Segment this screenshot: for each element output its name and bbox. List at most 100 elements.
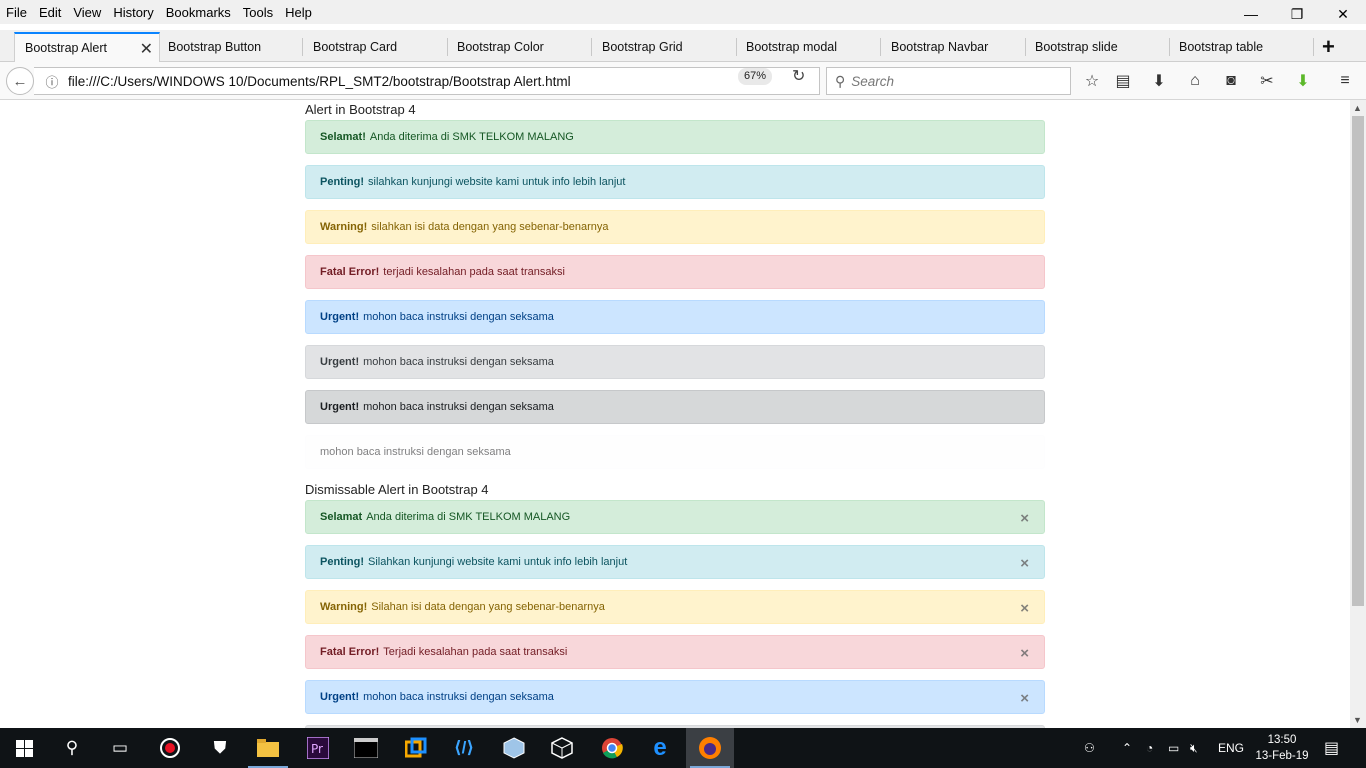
edge-icon[interactable]: e (636, 728, 684, 768)
scrollbar-thumb[interactable] (1352, 116, 1364, 606)
menu-history[interactable]: History (107, 5, 159, 20)
pocket-icon[interactable]: ◙ (1220, 70, 1242, 92)
alert-text: Terjadi kesalahan pada saat transaksi (383, 646, 568, 658)
chevron-up-icon[interactable]: ⌃ (1122, 728, 1132, 768)
search-input[interactable]: ⚲ Search (826, 67, 1071, 95)
close-window-button[interactable]: ✕ (1320, 0, 1366, 28)
vscode-icon[interactable]: ⟨/⟩ (440, 728, 488, 768)
alert-text: mohon baca instruksi dengan seksama (363, 356, 554, 368)
alert-text: silahkan isi data dengan yang sebenar-be… (371, 221, 609, 233)
tab-bootstrap-color[interactable]: Bootstrap Color (447, 32, 592, 62)
info-icon[interactable]: ⓘ (40, 72, 64, 91)
menu-help[interactable]: Help (279, 5, 318, 20)
restore-button[interactable]: ❐ (1274, 0, 1320, 28)
firefox-icon[interactable] (686, 728, 734, 768)
alert-strong: Penting! (320, 176, 364, 188)
file-explorer-icon[interactable] (244, 728, 292, 768)
tab-bootstrap-navbar[interactable]: Bootstrap Navbar (881, 32, 1026, 62)
download-arrow-icon[interactable]: ⬇ (1148, 70, 1170, 92)
volume-mute-icon[interactable]: 🔇︎ (1190, 728, 1198, 768)
alert-text: mohon baca instruksi dengan seksama (363, 691, 554, 703)
terminal-icon[interactable] (342, 728, 390, 768)
alert-secondary: Urgent! mohon baca instruksi dengan seks… (305, 345, 1045, 379)
taskbar-clock[interactable]: 13:50 13-Feb-19 (1250, 732, 1314, 764)
scroll-down-arrow-icon[interactable]: ▼ (1353, 715, 1362, 725)
tab-bootstrap-alert[interactable]: Bootstrap Alert ✕ (14, 32, 160, 62)
tab-strip: Bootstrap Alert ✕ Bootstrap Button Boots… (0, 30, 1366, 62)
alert-strong: Urgent! (320, 401, 360, 413)
task-view-icon[interactable]: ▭ (96, 728, 144, 768)
tab-bootstrap-table[interactable]: Bootstrap table (1169, 32, 1314, 62)
close-alert-icon[interactable]: × (1020, 510, 1029, 527)
tab-bootstrap-grid[interactable]: Bootstrap Grid (592, 32, 737, 62)
zoom-badge[interactable]: 67% (738, 68, 773, 85)
language-indicator[interactable]: ENG (1218, 728, 1244, 768)
battery-icon[interactable]: ▭ (1168, 728, 1179, 768)
alert-dark: Urgent! mohon baca instruksi dengan seks… (305, 390, 1045, 424)
premiere-icon[interactable]: Pr (294, 728, 342, 768)
scroll-up-arrow-icon[interactable]: ▲ (1353, 103, 1362, 113)
close-alert-icon[interactable]: × (1020, 690, 1029, 707)
notification-icon[interactable]: ▤ (1324, 728, 1339, 768)
alert-strong: Urgent! (320, 691, 360, 703)
menu-tools[interactable]: Tools (237, 5, 279, 20)
dismissable-alert-danger: Fatal Error! Terjadi kesalahan pada saat… (305, 635, 1045, 669)
cube-icon[interactable] (538, 728, 586, 768)
tab-bootstrap-button[interactable]: Bootstrap Button (158, 32, 303, 62)
tab-bootstrap-card[interactable]: Bootstrap Card (303, 32, 448, 62)
download-helper-icon[interactable]: ⬇ (1292, 70, 1314, 92)
close-tab-icon[interactable]: ✕ (140, 39, 153, 59)
alert-text: Anda diterima di SMK TELKOM MALANG (366, 511, 571, 523)
vertical-scrollbar[interactable]: ▲ ▼ (1350, 100, 1366, 728)
people-icon[interactable]: ⚇ (1084, 728, 1095, 768)
alert-info: Penting! silahkan kunjungi website kami … (305, 165, 1045, 199)
nav-toolbar: ← ⓘ file:///C:/Users/WINDOWS 10/Document… (0, 62, 1366, 100)
dismissable-alert-primary: Urgent! mohon baca instruksi dengan seks… (305, 680, 1045, 714)
alert-text: Silahan isi data dengan yang sebenar-ben… (371, 601, 605, 613)
tab-label: Bootstrap slide (1035, 40, 1118, 54)
url-bar[interactable]: ⓘ file:///C:/Users/WINDOWS 10/Documents/… (34, 67, 820, 95)
screenshot-scissors-icon[interactable]: ✂ (1256, 70, 1278, 92)
tab-label: Bootstrap table (1179, 40, 1264, 54)
tab-bootstrap-modal[interactable]: Bootstrap modal (736, 32, 881, 62)
alert-strong: Fatal Error! (320, 266, 380, 278)
alert-text: mohon baca instruksi dengan seksama (363, 401, 554, 413)
hamburger-menu-icon[interactable]: ≡ (1334, 70, 1356, 92)
search-placeholder: Search (851, 73, 895, 89)
shield-icon[interactable]: ⛊ (196, 728, 244, 768)
dismissable-alert-success: Selamat Anda diterima di SMK TELKOM MALA… (305, 500, 1045, 534)
close-alert-icon[interactable]: × (1020, 645, 1029, 662)
home-icon[interactable]: ⌂ (1184, 70, 1206, 92)
record-icon[interactable] (146, 728, 194, 768)
minimize-button[interactable]: — (1228, 0, 1274, 28)
alert-warning: Warning! silahkan isi data dengan yang s… (305, 210, 1045, 244)
search-icon: ⚲ (835, 72, 846, 89)
svg-text:Pr: Pr (311, 742, 323, 756)
alert-strong: Selamat! (320, 131, 366, 143)
app-square-icon[interactable] (392, 728, 440, 768)
menu-bookmarks[interactable]: Bookmarks (160, 5, 237, 20)
tab-bootstrap-slide[interactable]: Bootstrap slide (1025, 32, 1170, 62)
windows-start-icon[interactable] (0, 728, 48, 768)
tab-label: Bootstrap Color (457, 40, 544, 54)
box-icon[interactable] (490, 728, 538, 768)
page-viewport: Alert in Bootstrap 4 Selamat! Anda diter… (0, 100, 1350, 728)
menu-edit[interactable]: Edit (33, 5, 67, 20)
close-alert-icon[interactable]: × (1020, 600, 1029, 617)
alert-text: mohon baca instruksi dengan seksama (320, 446, 511, 458)
wifi-icon[interactable]: ◔ (1146, 728, 1153, 768)
close-alert-icon[interactable]: × (1020, 555, 1029, 572)
menu-view[interactable]: View (67, 5, 107, 20)
back-arrow-icon[interactable]: ← (6, 67, 34, 95)
url-text[interactable]: file:///C:/Users/WINDOWS 10/Documents/RP… (68, 74, 571, 89)
reading-list-icon[interactable]: ▤ (1112, 70, 1134, 92)
alert-strong: Urgent! (320, 356, 360, 368)
menu-bar: File Edit View History Bookmarks Tools H… (0, 0, 1366, 24)
bookmark-star-icon[interactable]: ☆ (1081, 70, 1103, 92)
search-icon[interactable]: ⚲ (48, 728, 96, 768)
reload-icon[interactable]: ↻ (792, 66, 805, 86)
alert-strong: Selamat (320, 511, 363, 523)
chrome-icon[interactable] (588, 728, 636, 768)
menu-file[interactable]: File (0, 5, 33, 20)
new-tab-plus-icon[interactable]: + (1322, 34, 1335, 60)
